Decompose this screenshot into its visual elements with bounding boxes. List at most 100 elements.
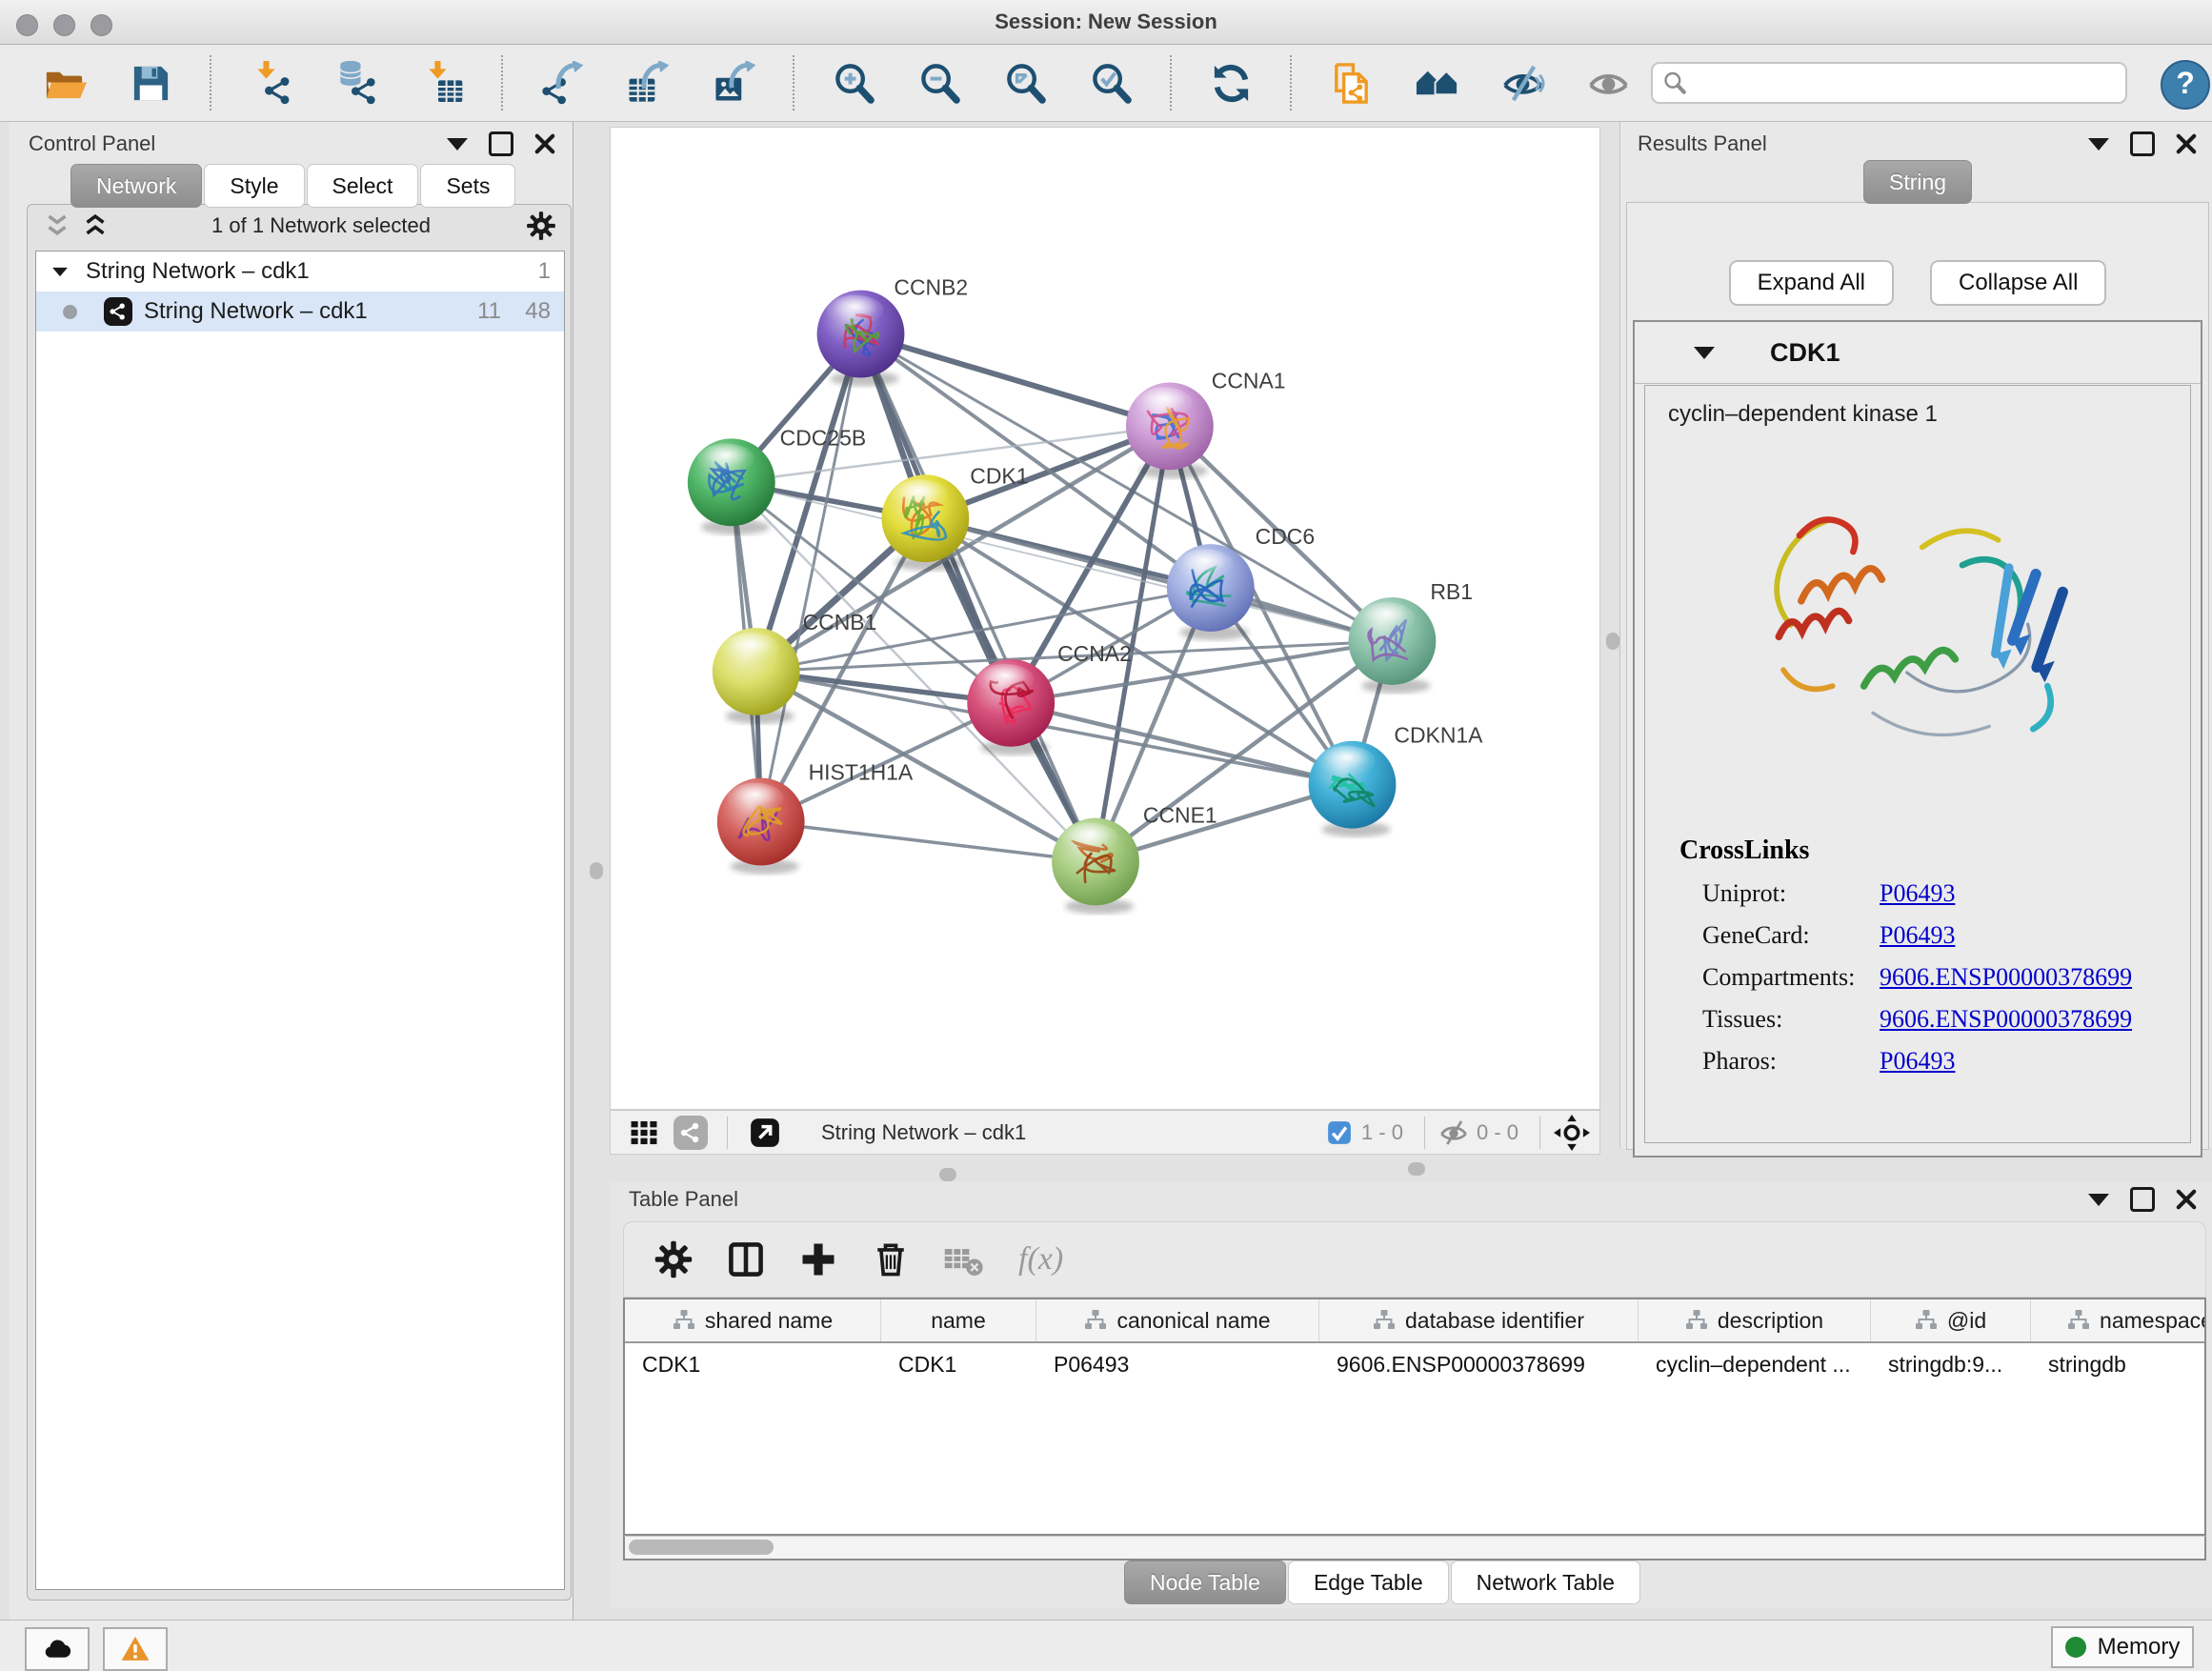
network-node-HIST1H1A[interactable] bbox=[717, 778, 805, 875]
import-network-from-file-button[interactable] bbox=[244, 54, 297, 111]
column-header--id[interactable]: @id bbox=[1871, 1299, 2031, 1341]
maximize-panel-icon[interactable] bbox=[2130, 1187, 2155, 1212]
network-node-CDKN1A[interactable] bbox=[1309, 741, 1397, 837]
expand-all-button[interactable]: Expand All bbox=[1729, 260, 1894, 306]
zoom-out-button[interactable] bbox=[913, 54, 966, 111]
network-row[interactable]: String Network – cdk1 11 48 bbox=[36, 292, 564, 332]
cloud-status-button[interactable] bbox=[25, 1627, 90, 1671]
hide-selected-button[interactable] bbox=[1496, 54, 1549, 111]
float-panel-icon[interactable] bbox=[2088, 1194, 2109, 1206]
maximize-panel-icon[interactable] bbox=[489, 131, 513, 156]
network-edge-HIST1H1A-CCNE1[interactable] bbox=[761, 822, 1096, 862]
table-cell[interactable]: stringdb bbox=[2031, 1343, 2206, 1385]
selected-items-icon[interactable] bbox=[1325, 1118, 1354, 1147]
grid-view-icon[interactable] bbox=[628, 1117, 660, 1149]
open-in-window-icon[interactable] bbox=[749, 1117, 781, 1149]
crosslink-value-link[interactable]: P06493 bbox=[1880, 879, 1955, 908]
close-panel-icon[interactable] bbox=[2176, 133, 2197, 154]
column-header-shared-name[interactable]: shared name bbox=[625, 1299, 881, 1341]
float-panel-icon[interactable] bbox=[447, 138, 468, 151]
splitter-handle[interactable] bbox=[1606, 633, 1619, 650]
tab-select[interactable]: Select bbox=[307, 164, 419, 208]
column-header-description[interactable]: description bbox=[1639, 1299, 1871, 1341]
crosslink-value-link[interactable]: P06493 bbox=[1880, 921, 1955, 950]
open-session-button[interactable] bbox=[38, 54, 91, 111]
table-cell[interactable]: stringdb:9... bbox=[1871, 1343, 2031, 1385]
network-node-RB1[interactable] bbox=[1349, 597, 1437, 694]
column-header-database-identifier[interactable]: database identifier bbox=[1319, 1299, 1639, 1341]
export-table-button[interactable] bbox=[621, 54, 674, 111]
zoom-selected-button[interactable] bbox=[1084, 54, 1137, 111]
minimize-window-button[interactable] bbox=[53, 14, 75, 36]
help-button[interactable]: ? bbox=[2161, 60, 2210, 110]
crosslink-value-link[interactable]: 9606.ENSP00000378699 bbox=[1880, 963, 2132, 992]
network-node-CDC6[interactable] bbox=[1167, 544, 1255, 640]
import-table-from-file-button[interactable] bbox=[415, 54, 469, 111]
search-input[interactable] bbox=[1695, 70, 2116, 96]
splitter-handle[interactable] bbox=[590, 862, 603, 879]
float-panel-icon[interactable] bbox=[2088, 138, 2109, 151]
network-node-CCNB1[interactable] bbox=[713, 628, 800, 724]
close-window-button[interactable] bbox=[16, 14, 38, 36]
show-all-button[interactable] bbox=[1581, 54, 1635, 111]
table-settings-gear-icon[interactable] bbox=[653, 1238, 694, 1280]
network-node-CCNA1[interactable] bbox=[1126, 382, 1214, 478]
maximize-window-button[interactable] bbox=[90, 14, 112, 36]
export-network-button[interactable] bbox=[535, 54, 589, 111]
tab-edge-table[interactable]: Edge Table bbox=[1288, 1560, 1449, 1604]
tab-network-table[interactable]: Network Table bbox=[1451, 1560, 1640, 1604]
tab-style[interactable]: Style bbox=[204, 164, 304, 208]
network-share-icon[interactable] bbox=[674, 1116, 708, 1150]
birdseye-crosshair-icon[interactable] bbox=[1554, 1115, 1590, 1151]
refresh-layout-button[interactable] bbox=[1204, 54, 1257, 111]
save-session-button[interactable] bbox=[124, 54, 177, 111]
splitter-handle[interactable] bbox=[1408, 1162, 1425, 1176]
network-node-CDC25B[interactable] bbox=[688, 438, 775, 534]
memory-button[interactable]: Memory bbox=[2051, 1626, 2194, 1668]
network-collection-row[interactable]: String Network – cdk1 1 bbox=[36, 252, 564, 292]
network-edge-CCNB2-CCNA1[interactable] bbox=[860, 334, 1169, 427]
tab-network[interactable]: Network bbox=[70, 164, 202, 208]
zoom-fit-content-button[interactable] bbox=[998, 54, 1052, 111]
scrollbar-thumb[interactable] bbox=[629, 1540, 774, 1555]
close-panel-icon[interactable] bbox=[534, 133, 555, 154]
collapse-all-button[interactable]: Collapse All bbox=[1930, 260, 2106, 306]
tab-node-table[interactable]: Node Table bbox=[1124, 1560, 1286, 1604]
network-canvas[interactable]: CCNB2CCNA1CDC25BCDK1CDC6RB1CCNB1CCNA2CDK… bbox=[611, 128, 1599, 1109]
protein-card-header[interactable]: CDK1 bbox=[1635, 322, 2201, 384]
clone-network-button[interactable] bbox=[1324, 54, 1377, 111]
expand-all-networks-icon[interactable] bbox=[79, 210, 111, 242]
tab-sets[interactable]: Sets bbox=[420, 164, 515, 208]
column-header-canonical-name[interactable]: canonical name bbox=[1036, 1299, 1319, 1341]
table-cell[interactable]: 9606.ENSP00000378699 bbox=[1319, 1343, 1639, 1385]
splitter-handle[interactable] bbox=[939, 1168, 956, 1181]
column-header-namespace[interactable]: namespace bbox=[2031, 1299, 2206, 1341]
add-column-icon[interactable] bbox=[797, 1238, 839, 1280]
column-header-name[interactable]: name bbox=[881, 1299, 1036, 1341]
zoom-in-button[interactable] bbox=[827, 54, 880, 111]
delete-column-trash-icon[interactable] bbox=[870, 1238, 912, 1280]
crosslink-value-link[interactable]: 9606.ENSP00000378699 bbox=[1880, 1005, 2132, 1034]
maximize-panel-icon[interactable] bbox=[2130, 131, 2155, 156]
table-cell[interactable]: CDK1 bbox=[881, 1343, 1036, 1385]
network-edge-CCNB2-HIST1H1A[interactable] bbox=[761, 334, 861, 822]
network-node-CDK1[interactable] bbox=[881, 474, 969, 571]
import-network-from-database-button[interactable] bbox=[330, 54, 383, 111]
hidden-items-eye-icon[interactable] bbox=[1438, 1117, 1469, 1148]
warnings-button[interactable] bbox=[103, 1627, 168, 1671]
table-cell[interactable]: CDK1 bbox=[625, 1343, 881, 1385]
gear-icon[interactable] bbox=[525, 210, 557, 242]
close-panel-icon[interactable] bbox=[2176, 1189, 2197, 1210]
first-neighbors-button[interactable] bbox=[1410, 54, 1463, 111]
network-node-CCNE1[interactable] bbox=[1052, 818, 1139, 915]
collapse-card-icon[interactable] bbox=[1694, 347, 1715, 359]
network-edge-CDK1-RB1[interactable] bbox=[925, 518, 1392, 641]
crosslink-value-link[interactable]: P06493 bbox=[1880, 1047, 1955, 1076]
collection-expander-icon[interactable] bbox=[52, 267, 68, 275]
show-columns-icon[interactable] bbox=[725, 1238, 767, 1280]
tab-string[interactable]: String bbox=[1863, 160, 1972, 204]
table-row[interactable]: CDK1CDK1P064939606.ENSP00000378699cyclin… bbox=[625, 1343, 2204, 1385]
export-image-button[interactable] bbox=[707, 54, 760, 111]
collapse-all-networks-icon[interactable] bbox=[41, 210, 73, 242]
table-cell[interactable]: P06493 bbox=[1036, 1343, 1319, 1385]
